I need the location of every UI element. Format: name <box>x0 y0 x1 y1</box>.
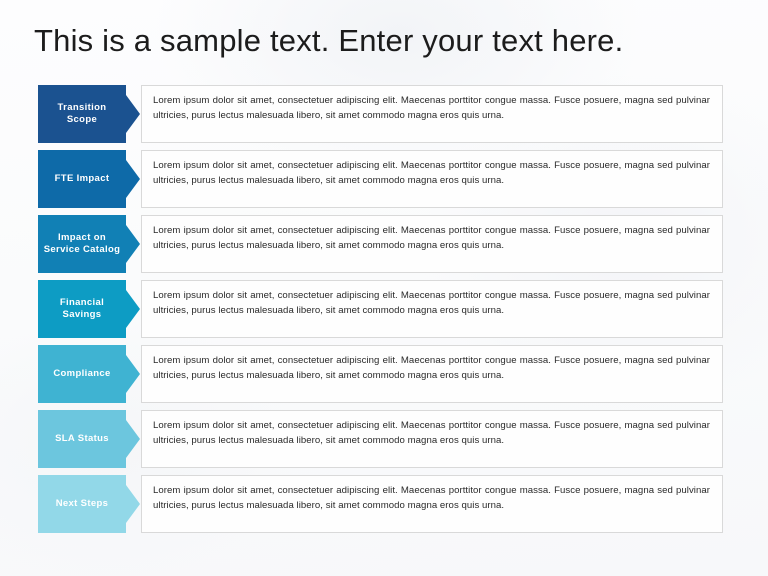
row-content-box-3[interactable]: Lorem ipsum dolor sit amet, consectetuer… <box>141 215 723 273</box>
row-content-text: Lorem ipsum dolor sit amet, consectetuer… <box>153 355 710 381</box>
table-row: FTE Impact Lorem ipsum dolor sit amet, c… <box>0 150 768 208</box>
row-label-box-3[interactable]: Impact on Service Catalog <box>38 215 126 273</box>
row-label-box-2[interactable]: FTE Impact <box>38 150 126 208</box>
row-label-group-3[interactable]: Impact on Service Catalog <box>38 215 140 273</box>
row-label-group-2[interactable]: FTE Impact <box>38 150 140 208</box>
rows-container: Transition Scope Lorem ipsum dolor sit a… <box>0 85 768 540</box>
row-label-text: Transition Scope <box>57 102 107 125</box>
row-content-text: Lorem ipsum dolor sit amet, consectetuer… <box>153 160 710 186</box>
row-label-box-5[interactable]: Compliance <box>38 345 126 403</box>
chevron-right-icon <box>126 95 140 133</box>
page-title: This is a sample text. Enter your text h… <box>34 23 624 58</box>
chevron-right-icon <box>126 355 140 393</box>
row-label-text: Next Steps <box>55 498 109 509</box>
row-label-box-1[interactable]: Transition Scope <box>38 85 126 143</box>
row-label-text: Impact on Service Catalog <box>43 232 121 255</box>
chevron-right-icon <box>126 485 140 523</box>
row-content-box-2[interactable]: Lorem ipsum dolor sit amet, consectetuer… <box>141 150 723 208</box>
row-label-text: Compliance <box>53 368 111 379</box>
row-content-text: Lorem ipsum dolor sit amet, consectetuer… <box>153 95 710 121</box>
row-content-text: Lorem ipsum dolor sit amet, consectetuer… <box>153 420 710 446</box>
row-content-box-1[interactable]: Lorem ipsum dolor sit amet, consectetuer… <box>141 85 723 143</box>
row-content-box-4[interactable]: Lorem ipsum dolor sit amet, consectetuer… <box>141 280 723 338</box>
table-row: Compliance Lorem ipsum dolor sit amet, c… <box>0 345 768 403</box>
slide-canvas: This is a sample text. Enter your text h… <box>0 0 768 576</box>
row-label-box-6[interactable]: SLA Status <box>38 410 126 468</box>
row-label-group-4[interactable]: Financial Savings <box>38 280 140 338</box>
row-label-box-7[interactable]: Next Steps <box>38 475 126 533</box>
table-row: Impact on Service Catalog Lorem ipsum do… <box>0 215 768 273</box>
row-content-box-5[interactable]: Lorem ipsum dolor sit amet, consectetuer… <box>141 345 723 403</box>
row-label-group-6[interactable]: SLA Status <box>38 410 140 468</box>
row-label-text: Financial Savings <box>59 297 105 320</box>
row-label-group-7[interactable]: Next Steps <box>38 475 140 533</box>
row-label-group-1[interactable]: Transition Scope <box>38 85 140 143</box>
row-content-text: Lorem ipsum dolor sit amet, consectetuer… <box>153 290 710 316</box>
table-row: Financial Savings Lorem ipsum dolor sit … <box>0 280 768 338</box>
row-content-text: Lorem ipsum dolor sit amet, consectetuer… <box>153 485 710 511</box>
table-row: SLA Status Lorem ipsum dolor sit amet, c… <box>0 410 768 468</box>
row-content-box-7[interactable]: Lorem ipsum dolor sit amet, consectetuer… <box>141 475 723 533</box>
row-label-text: FTE Impact <box>54 173 110 184</box>
chevron-right-icon <box>126 225 140 263</box>
row-label-group-5[interactable]: Compliance <box>38 345 140 403</box>
table-row: Next Steps Lorem ipsum dolor sit amet, c… <box>0 475 768 533</box>
chevron-right-icon <box>126 160 140 198</box>
row-content-box-6[interactable]: Lorem ipsum dolor sit amet, consectetuer… <box>141 410 723 468</box>
row-label-box-4[interactable]: Financial Savings <box>38 280 126 338</box>
row-content-text: Lorem ipsum dolor sit amet, consectetuer… <box>153 225 710 251</box>
chevron-right-icon <box>126 290 140 328</box>
table-row: Transition Scope Lorem ipsum dolor sit a… <box>0 85 768 143</box>
chevron-right-icon <box>126 420 140 458</box>
row-label-text: SLA Status <box>55 433 109 444</box>
